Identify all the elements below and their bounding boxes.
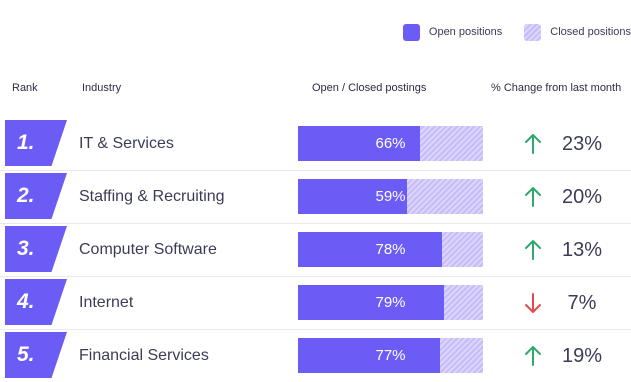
table-row: 2. Staffing & Recruiting 59% 20%: [0, 171, 631, 224]
legend-swatch-closed: [524, 23, 542, 41]
ranking-table: 1. IT & Services 66% 23% 2. Staffing & R…: [0, 118, 631, 382]
industry-label: Computer Software: [79, 241, 217, 258]
rank-badge: 1.: [5, 120, 67, 166]
rank-badge: 4.: [5, 279, 67, 325]
change-value: 7%: [567, 292, 597, 314]
change-value: 23%: [561, 133, 603, 155]
trend-arrow-icon: [525, 293, 541, 313]
header-rank: Rank: [12, 82, 38, 94]
legend-item-closed: Closed positions: [524, 23, 631, 41]
table-row: 1. IT & Services 66% 23%: [0, 118, 631, 171]
rank-badge: 2.: [5, 173, 67, 219]
trend-arrow-icon: [525, 240, 541, 260]
rank-badge: 3.: [5, 226, 67, 272]
header-industry: Industry: [82, 82, 122, 94]
postings-bar: 78%: [298, 232, 483, 267]
change-value: 19%: [561, 345, 603, 367]
legend: Open positions Closed positions: [402, 22, 631, 42]
open-pct-label: 77%: [375, 347, 406, 364]
rank-badge: 5.: [5, 332, 67, 378]
industry-label: Internet: [79, 294, 134, 311]
table-header: Rank Industry Open / Closed postings % C…: [0, 82, 631, 98]
postings-bar: 66%: [298, 126, 483, 161]
legend-swatch-open: [402, 23, 420, 41]
open-pct-label: 79%: [375, 294, 406, 311]
table-row: 3. Computer Software 78% 13%: [0, 224, 631, 277]
industry-label: Financial Services: [79, 347, 209, 364]
legend-item-open: Open positions: [402, 23, 503, 41]
header-change: % Change from last month: [491, 82, 622, 94]
open-pct-label: 59%: [375, 188, 406, 205]
header-open-closed: Open / Closed postings: [312, 82, 427, 94]
table-row: 4. Internet 79% 7%: [0, 277, 631, 330]
postings-bar: 77%: [298, 338, 483, 373]
trend-arrow-icon: [525, 187, 541, 207]
change-value: 20%: [561, 186, 603, 208]
legend-label-closed: Closed positions: [550, 26, 631, 38]
trend-arrow-icon: [525, 134, 541, 154]
trend-arrow-icon: [525, 346, 541, 366]
table-row: 5. Financial Services 77% 19%: [0, 330, 631, 382]
industry-label: IT & Services: [79, 135, 174, 152]
change-value: 13%: [561, 239, 603, 261]
postings-bar: 79%: [298, 285, 483, 320]
postings-bar: 59%: [298, 179, 483, 214]
open-pct-label: 78%: [375, 241, 406, 258]
open-pct-label: 66%: [375, 135, 406, 152]
legend-label-open: Open positions: [428, 26, 503, 38]
industry-label: Staffing & Recruiting: [79, 188, 225, 205]
